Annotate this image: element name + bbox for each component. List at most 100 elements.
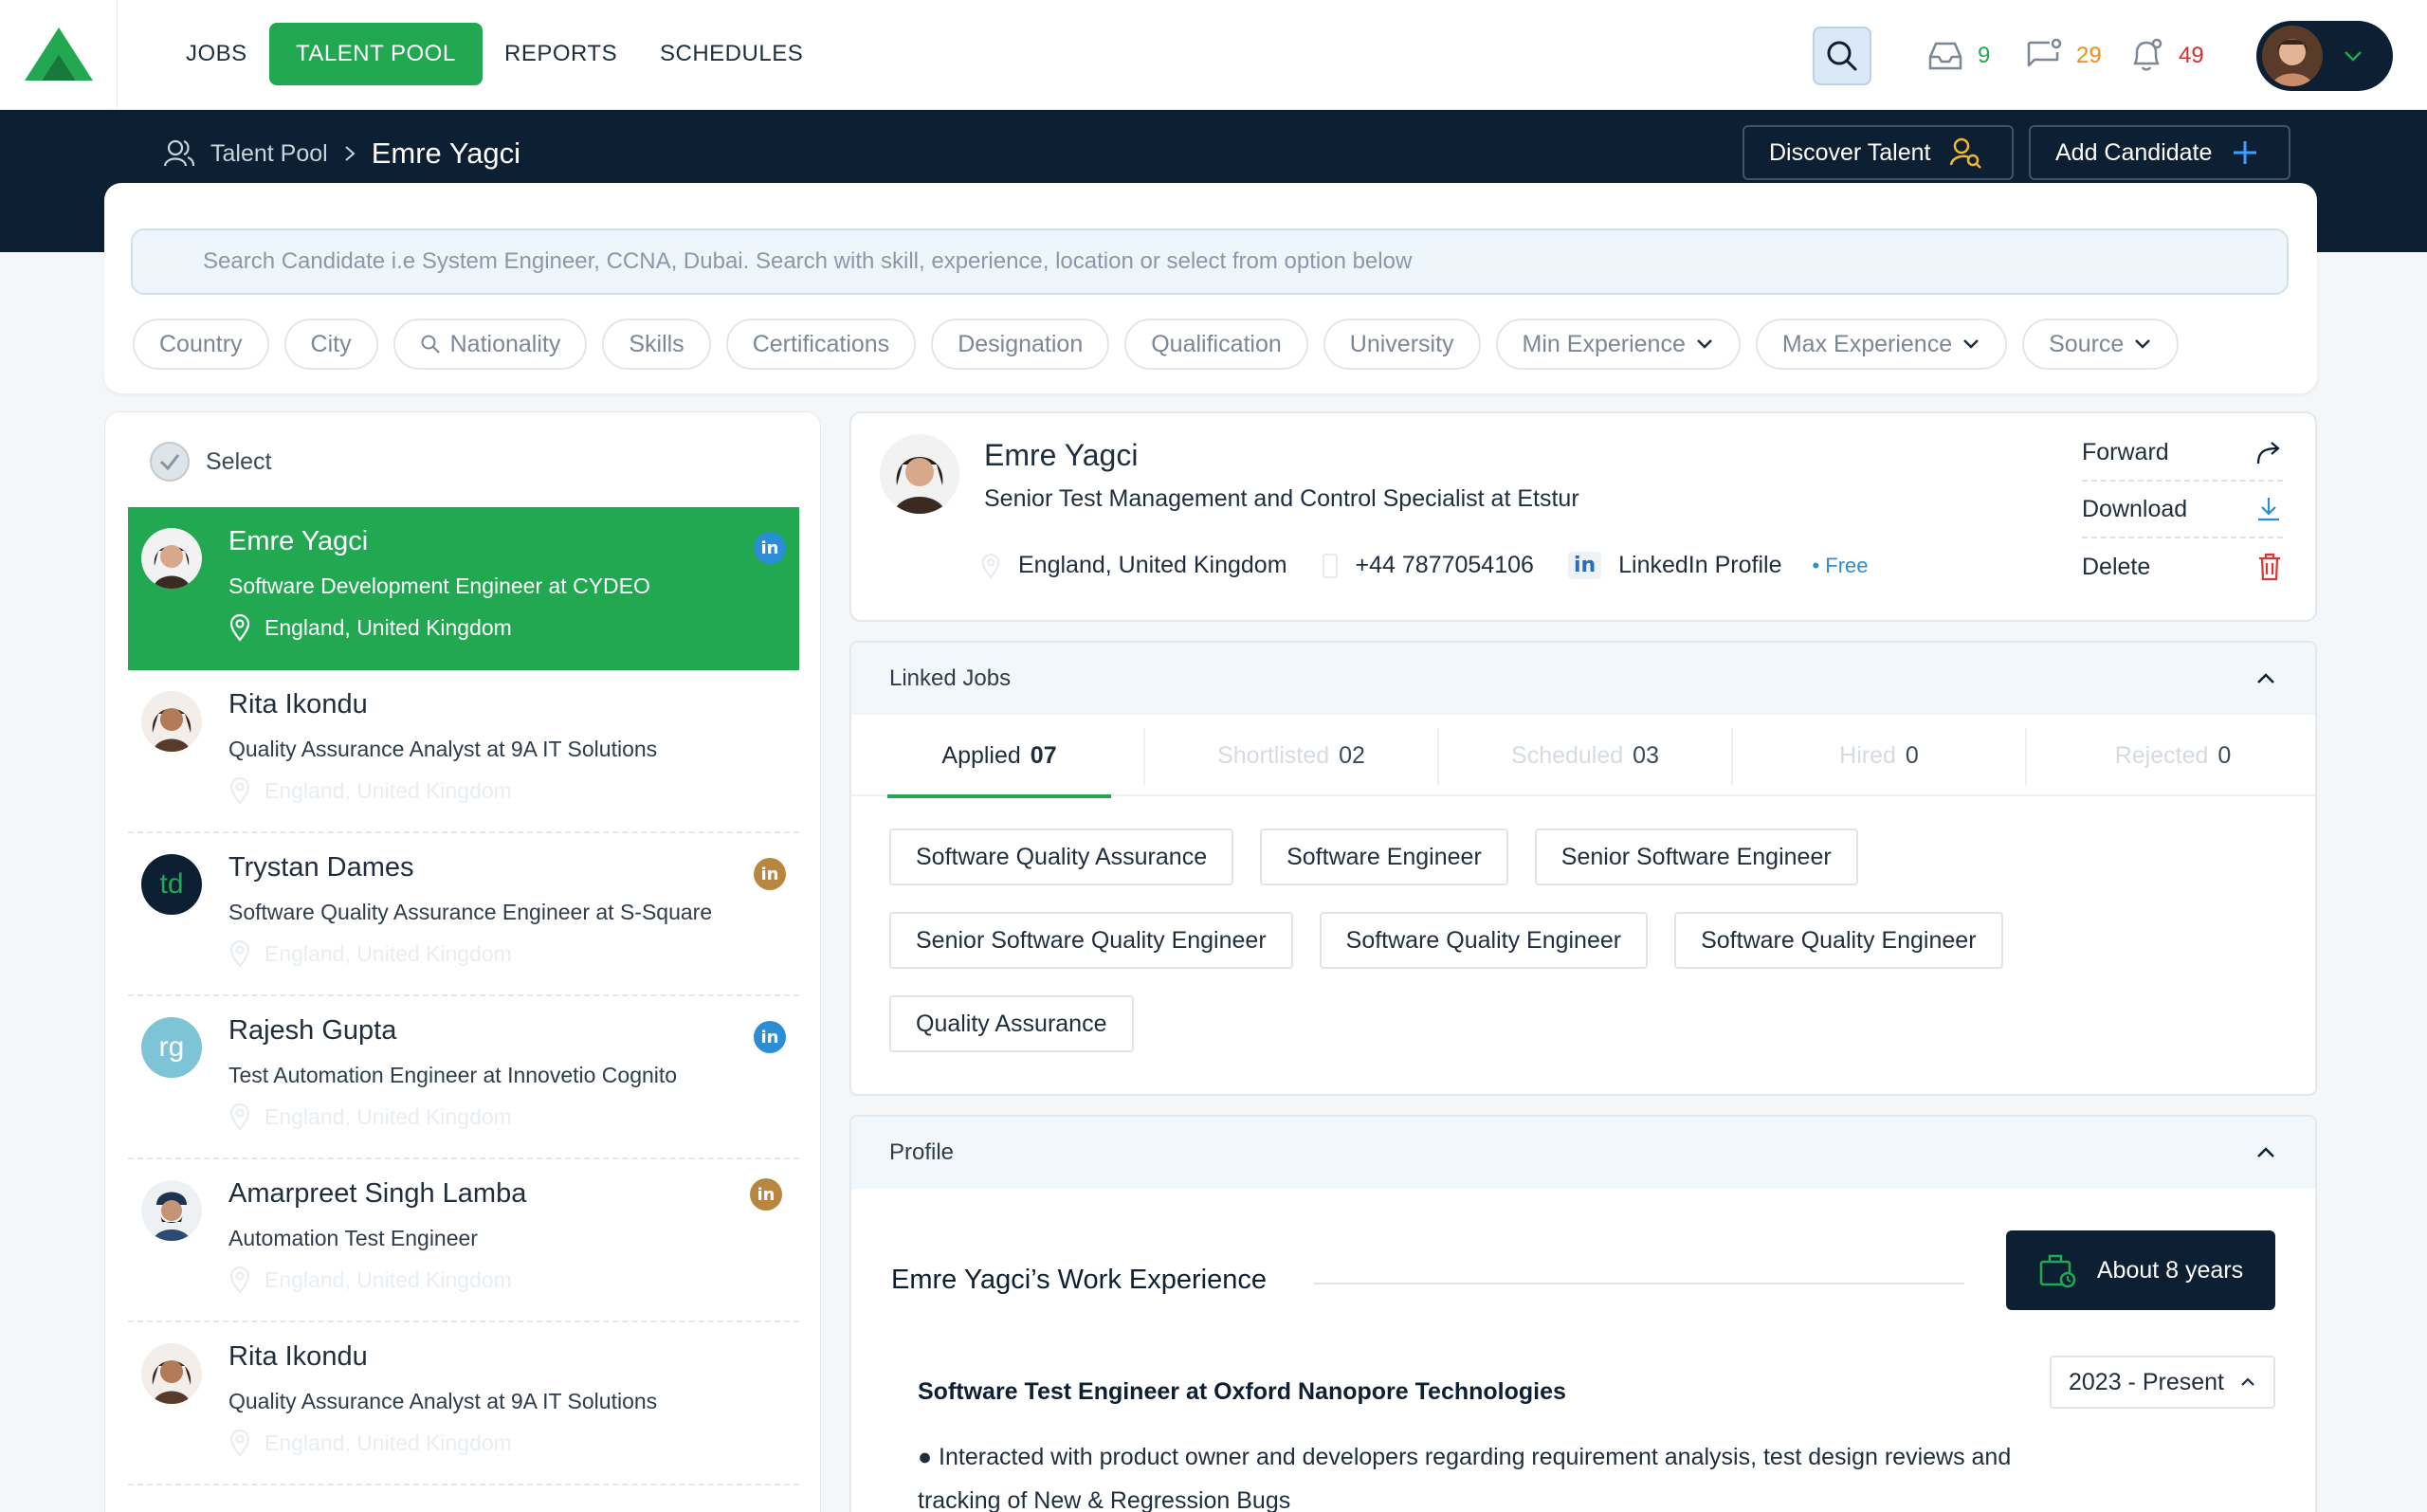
select-all[interactable]: Select bbox=[149, 441, 271, 483]
trash-icon bbox=[2259, 553, 2280, 581]
linked-job-tag[interactable]: Quality Assurance bbox=[889, 995, 1134, 1052]
linked-job-tag[interactable]: Software Engineer bbox=[1260, 829, 1508, 885]
filter-label: University bbox=[1349, 330, 1454, 357]
phone-icon bbox=[1322, 553, 1338, 578]
messages-stat[interactable]: 29 bbox=[2025, 32, 2102, 80]
forward-icon bbox=[2256, 442, 2280, 465]
download-button[interactable]: Download bbox=[2082, 482, 2283, 538]
linkedin-icon[interactable]: in bbox=[754, 858, 786, 890]
linked-job-tag[interactable]: Software Quality Engineer bbox=[1674, 912, 2003, 969]
filter-city[interactable]: City bbox=[283, 319, 378, 370]
candidate-initials-avatar: rg bbox=[141, 1017, 202, 1078]
location-text: England, United Kingdom bbox=[265, 1266, 512, 1292]
candidate-item[interactable]: rg Rajesh Gupta Test Automation Engineer… bbox=[128, 996, 799, 1159]
tab-label: Rejected bbox=[2114, 741, 2209, 769]
filter-qualification[interactable]: Qualification bbox=[1124, 319, 1308, 370]
chevron-up-icon bbox=[2241, 1377, 2254, 1386]
divider bbox=[1314, 1283, 1964, 1284]
search-card: Search Candidate i.e System Engineer, CC… bbox=[104, 183, 2317, 393]
candidate-avatar bbox=[141, 1343, 202, 1404]
candidate-location: England, United Kingdom bbox=[228, 1266, 512, 1294]
tab-count: 0 bbox=[1905, 741, 1919, 769]
candidate-item[interactable]: Emre Yagci Software Development Engineer… bbox=[128, 507, 799, 670]
chevron-down-icon bbox=[2135, 339, 2151, 349]
filter-max-experience[interactable]: Max Experience bbox=[1755, 319, 2008, 370]
filter-nationality[interactable]: Nationality bbox=[392, 319, 588, 370]
linked-job-tag[interactable]: Software Quality Assurance bbox=[889, 829, 1234, 885]
tab-count: 02 bbox=[1339, 741, 1365, 769]
nav-reports[interactable]: REPORTS bbox=[478, 23, 644, 85]
global-search-button[interactable] bbox=[1813, 27, 1871, 85]
location-pin-icon bbox=[229, 939, 250, 968]
filter-source[interactable]: Source bbox=[2022, 319, 2180, 370]
filter-university[interactable]: University bbox=[1323, 319, 1481, 370]
candidate-detail-card: Emre Yagci Senior Test Management and Co… bbox=[849, 411, 2317, 622]
filter-country[interactable]: Country bbox=[133, 319, 269, 370]
candidate-avatar bbox=[141, 1180, 202, 1241]
forward-button[interactable]: Forward bbox=[2082, 425, 2283, 482]
tab-hired[interactable]: Hired 0 bbox=[1733, 715, 2025, 796]
filter-min-experience[interactable]: Min Experience bbox=[1495, 319, 1741, 370]
candidate-location: England, United Kingdom bbox=[228, 776, 512, 805]
tab-scheduled[interactable]: Scheduled 03 bbox=[1439, 715, 1731, 796]
candidate-search-input[interactable]: Search Candidate i.e System Engineer, CC… bbox=[131, 228, 2289, 295]
linkedin-icon[interactable]: in bbox=[754, 532, 786, 564]
candidate-name: Amarpreet Singh Lamba bbox=[228, 1178, 527, 1209]
filter-label: City bbox=[310, 330, 352, 357]
tab-label: Shortlisted bbox=[1217, 741, 1330, 769]
candidate-location: England, United Kingdom bbox=[228, 613, 512, 642]
filter-label: Certifications bbox=[752, 330, 890, 357]
candidate-title: Software Quality Assurance Engineer at S… bbox=[228, 900, 713, 924]
download-icon bbox=[2258, 498, 2279, 521]
discover-talent-button[interactable]: Discover Talent bbox=[1743, 125, 2014, 180]
inbox-stat[interactable]: 9 bbox=[1926, 32, 1990, 80]
linkedin-icon[interactable]: in bbox=[750, 1178, 782, 1211]
linked-jobs-header[interactable]: Linked Jobs bbox=[851, 643, 2315, 715]
tab-label: Scheduled bbox=[1511, 741, 1624, 769]
filter-certifications[interactable]: Certifications bbox=[725, 319, 917, 370]
experience-years-text: About 8 years bbox=[2096, 1256, 2244, 1284]
candidate-item[interactable]: Rita Ikondu Quality Assurance Analyst at… bbox=[128, 1322, 799, 1485]
add-candidate-button[interactable]: Add Candidate bbox=[2029, 125, 2290, 180]
tab-rejected[interactable]: Rejected 0 bbox=[2027, 715, 2315, 796]
linkedin-icon[interactable]: in bbox=[754, 1021, 786, 1053]
linked-job-tag[interactable]: Senior Software Engineer bbox=[1534, 829, 1858, 885]
linkedin-profile-link[interactable]: LinkedIn Profile bbox=[1618, 552, 1781, 579]
notifications-stat[interactable]: 49 bbox=[2127, 32, 2204, 80]
location-text: England, United Kingdom bbox=[1018, 552, 1287, 578]
tab-applied[interactable]: Applied 07 bbox=[887, 715, 1111, 798]
chevron-up-icon bbox=[2257, 673, 2274, 683]
app-logo[interactable] bbox=[0, 0, 118, 110]
notifications-count: 49 bbox=[2179, 43, 2204, 68]
detail-phone[interactable]: +44 7877054106 bbox=[1322, 552, 1534, 579]
experience-date-toggle[interactable]: 2023 - Present bbox=[2050, 1356, 2275, 1409]
detail-linkedin[interactable]: in LinkedIn Profile • Free bbox=[1567, 552, 1869, 579]
free-separator: • bbox=[1812, 553, 1820, 577]
candidate-name: Emre Yagci bbox=[228, 526, 369, 556]
chevron-down-icon bbox=[1696, 339, 1712, 349]
detail-location: England, United Kingdom bbox=[980, 552, 1287, 579]
experience-bullet: ● Interacted with product owner and deve… bbox=[918, 1444, 2012, 1512]
linked-job-tag[interactable]: Software Quality Engineer bbox=[1319, 912, 1649, 969]
candidate-location: England, United Kingdom bbox=[228, 1102, 512, 1131]
plus-icon bbox=[2234, 141, 2257, 164]
nav-jobs[interactable]: JOBS bbox=[159, 23, 274, 85]
profile-header[interactable]: Profile bbox=[851, 1117, 2315, 1189]
filter-skills[interactable]: Skills bbox=[602, 319, 711, 370]
user-menu[interactable] bbox=[2256, 21, 2393, 91]
filter-designation[interactable]: Designation bbox=[931, 319, 1110, 370]
nav-schedules[interactable]: SCHEDULES bbox=[633, 23, 830, 85]
candidate-name: Rita Ikondu bbox=[228, 689, 368, 720]
delete-button[interactable]: Delete bbox=[2082, 538, 2283, 595]
location-pin-icon bbox=[229, 776, 250, 805]
nav-talent-pool[interactable]: TALENT POOL bbox=[269, 23, 483, 85]
breadcrumb-parent[interactable]: Talent Pool bbox=[210, 140, 328, 168]
linked-job-tag[interactable]: Senior Software Quality Engineer bbox=[889, 912, 1293, 969]
tab-shortlisted[interactable]: Shortlisted 02 bbox=[1145, 715, 1437, 796]
candidate-item[interactable]: Amarpreet Singh Lamba Automation Test En… bbox=[128, 1159, 799, 1322]
location-pin-icon bbox=[229, 1266, 250, 1294]
candidate-item[interactable]: td Trystan Dames Software Quality Assura… bbox=[128, 833, 799, 996]
location-text: England, United Kingdom bbox=[265, 1103, 512, 1129]
linked-job-list: Software Quality Assurance Software Engi… bbox=[889, 829, 2122, 1052]
candidate-item[interactable]: Rita Ikondu Quality Assurance Analyst at… bbox=[128, 670, 799, 833]
